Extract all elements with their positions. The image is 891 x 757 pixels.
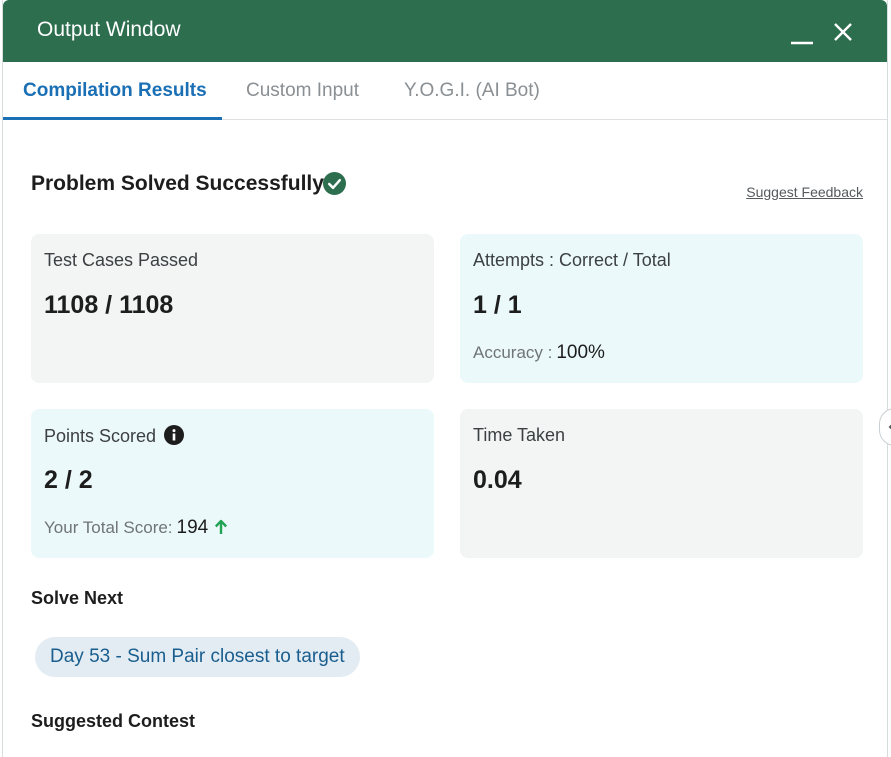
check-circle-icon xyxy=(323,172,346,195)
total-score-row: Your Total Score: 194 xyxy=(44,517,228,539)
time-taken-card: Time Taken 0.04 xyxy=(460,409,863,558)
tab-yogi-ai-bot[interactable]: Y.O.G.I. (AI Bot) xyxy=(404,80,540,102)
points-value: 2 / 2 xyxy=(44,466,93,494)
accuracy-value: 100% xyxy=(556,342,605,363)
accuracy-row: Accuracy :100% xyxy=(473,342,605,364)
time-taken-value: 0.04 xyxy=(473,466,522,494)
attempts-label: Attempts : Correct / Total xyxy=(473,250,671,270)
active-tab-indicator xyxy=(3,117,222,120)
test-cases-label: Test Cases Passed xyxy=(44,250,199,270)
total-score-label: Your Total Score: xyxy=(44,518,173,537)
total-score-value: 194 xyxy=(176,517,209,538)
solve-next-problem-link[interactable]: Day 53 - Sum Pair closest to target xyxy=(35,637,360,677)
info-icon[interactable] xyxy=(164,425,185,445)
window-titlebar: Output Window xyxy=(3,0,887,62)
time-taken-label: Time Taken xyxy=(473,425,566,445)
output-window: Output Window Compilation Results Custom… xyxy=(2,0,891,757)
suggested-contest-title: Suggested Contest xyxy=(31,711,196,731)
accuracy-label: Accuracy : xyxy=(473,343,553,362)
tab-bar: Compilation Results Custom Input Y.O.G.I… xyxy=(3,62,887,120)
suggest-feedback-link[interactable]: Suggest Feedback xyxy=(746,184,863,200)
side-panel-toggle[interactable] xyxy=(879,408,891,446)
points-card: Points Scored 2 / 2 Your Total Score: 194 xyxy=(31,409,434,558)
attempts-card: Attempts : Correct / Total 1 / 1 Accurac… xyxy=(460,234,863,383)
points-label: Points Scored xyxy=(44,426,157,446)
attempts-value: 1 / 1 xyxy=(473,291,522,319)
tab-compilation-results[interactable]: Compilation Results xyxy=(23,80,207,102)
close-button[interactable] xyxy=(829,18,857,46)
tab-custom-input[interactable]: Custom Input xyxy=(246,80,359,102)
window-title: Output Window xyxy=(37,18,181,41)
test-cases-value: 1108 / 1108 xyxy=(44,291,174,319)
close-icon xyxy=(834,23,852,41)
minimize-icon xyxy=(791,41,813,45)
result-heading: Problem Solved Successfully xyxy=(31,172,324,195)
solve-next-title: Solve Next xyxy=(31,588,124,608)
arrow-up-icon xyxy=(215,519,228,534)
points-label-row: Points Scored xyxy=(44,425,185,447)
minimize-button[interactable] xyxy=(788,18,816,46)
test-cases-card: Test Cases Passed 1108 / 1108 xyxy=(31,234,434,383)
